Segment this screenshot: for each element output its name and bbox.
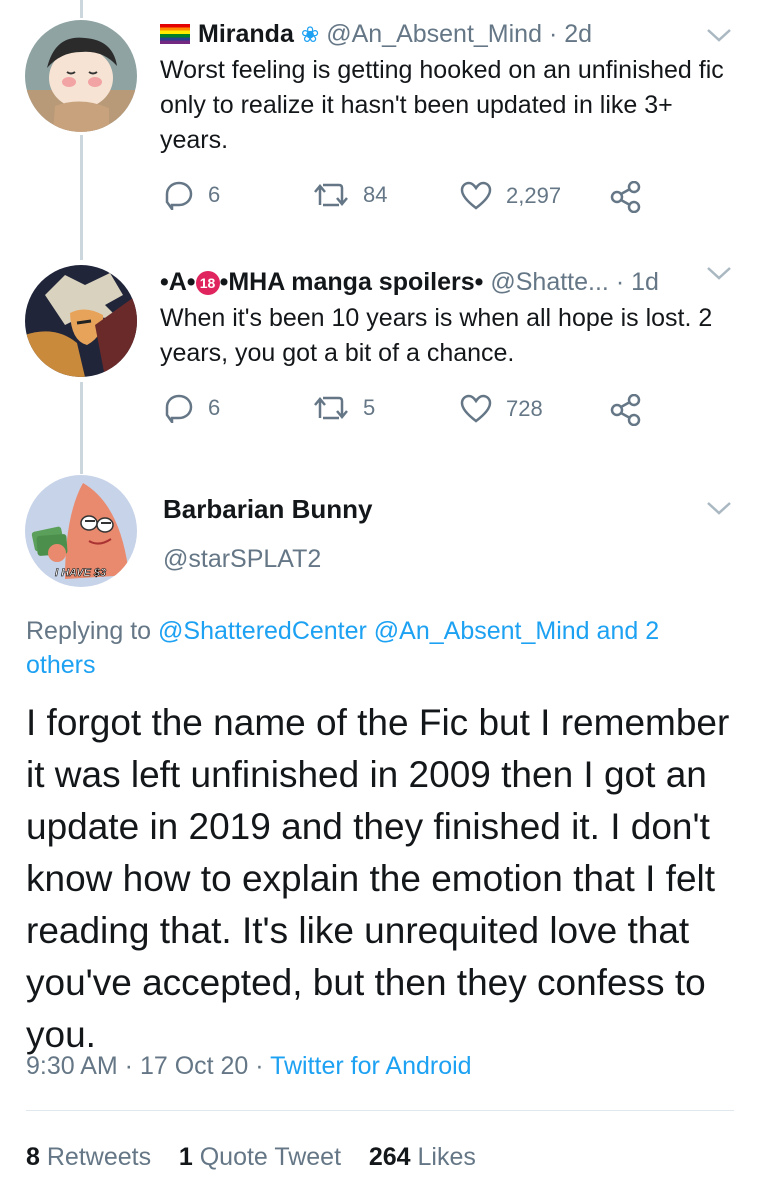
tweet2-name-suffix: •MHA manga spoilers• — [219, 268, 484, 296]
tweet2-header: •A• 18 •MHA manga spoilers• @Shatte... · 1… — [160, 266, 659, 298]
like-count: 2,297 — [506, 183, 562, 208]
reply-count: 6 — [208, 395, 221, 420]
tweet-source-link[interactable]: Twitter for Android — [270, 1052, 471, 1080]
retweets-stat[interactable]: 8 Retweets — [26, 1143, 151, 1171]
tweet2-time: · 1d — [615, 268, 659, 296]
chevron-down-icon[interactable] — [706, 265, 732, 281]
retweet-button[interactable]: 5 — [313, 394, 375, 422]
reply-icon — [165, 181, 193, 210]
retweet-count: 5 — [363, 395, 376, 420]
heart-icon — [460, 181, 492, 210]
no-under-18-icon: 18 — [195, 271, 220, 295]
avatar-barbarian-bunny[interactable]: I HAVE $3 — [25, 475, 137, 587]
retweet-count: 84 — [363, 182, 388, 207]
tweet2-handle[interactable]: @Shatte... — [490, 268, 609, 296]
main-author-name[interactable]: Barbarian Bunny — [163, 494, 373, 525]
retweet-icon — [314, 183, 348, 207]
thread-line-1 — [80, 135, 83, 260]
quote-stat-count: 1 — [178, 1143, 193, 1171]
tweet2-name-prefix: •A• — [160, 268, 196, 296]
thread-line-2 — [80, 382, 83, 474]
avatar-caption: I HAVE $3 — [55, 567, 107, 580]
tweet2-text: When it's been 10 years is when all hope… — [160, 304, 713, 367]
reply-icon — [165, 394, 193, 423]
tweet1-text: Worst feeling is getting hooked on an un… — [160, 56, 724, 154]
quote-stat-label: Quote Tweet — [199, 1143, 342, 1171]
like-button[interactable]: 728 — [460, 394, 543, 424]
tweet1-header: Miranda ❀ @An_Absent_Mind · 2d — [160, 18, 592, 51]
tweet-stats: 8 Retweets 1 Quote Tweet 264 Likes — [26, 1143, 476, 1172]
retweet-stat-label: Retweets — [46, 1143, 152, 1171]
share-icon[interactable] — [609, 394, 641, 426]
quote-tweets-stat[interactable]: 1 Quote Tweet — [179, 1143, 341, 1171]
tweet2-name[interactable]: •A• 18 •MHA manga spoilers• — [160, 268, 483, 296]
tweet-meta: 9:30 AM · 17 Oct 20 · Twitter for Androi… — [26, 1052, 472, 1081]
avatar-miranda[interactable] — [25, 20, 137, 132]
like-count: 728 — [506, 396, 543, 421]
divider — [26, 1110, 734, 1111]
replying-to: Replying to @ShatteredCenter @An_Absent_… — [26, 614, 726, 682]
chevron-down-icon[interactable] — [706, 27, 732, 43]
tweet1-handle[interactable]: @An_Absent_Mind — [326, 20, 542, 48]
tweet-timestamp: 9:30 AM · 17 Oct 20 · — [26, 1052, 271, 1080]
retweet-stat-count: 8 — [26, 1143, 40, 1171]
like-button[interactable]: 2,297 — [460, 181, 561, 211]
reply-button[interactable]: 6 — [164, 393, 220, 423]
tweet1-name[interactable]: Miranda — [198, 20, 294, 48]
likes-stat[interactable]: 264 Likes — [369, 1143, 476, 1171]
retweet-button[interactable]: 84 — [313, 181, 387, 209]
replying-users-link[interactable]: @ShatteredCenter @An_Absent_Mind — [158, 617, 590, 645]
main-author-handle[interactable]: @starSPLAT2 — [163, 545, 321, 574]
heart-icon — [460, 394, 492, 423]
main-tweet-text: I forgot the name of the Fic but I remem… — [26, 702, 730, 1055]
tweet1-time: · 2d — [548, 20, 593, 48]
share-icon[interactable] — [609, 181, 641, 213]
avatar-shattered[interactable] — [25, 265, 137, 377]
rainbow-flag-icon — [160, 24, 190, 44]
retweet-icon — [314, 396, 348, 420]
thread-line-top — [80, 0, 83, 18]
reply-count: 6 — [208, 182, 221, 207]
like-stat-count: 264 — [368, 1143, 411, 1171]
butterfly-icon: ❀ — [300, 22, 320, 47]
reply-button[interactable]: 6 — [164, 180, 220, 210]
chevron-down-icon[interactable] — [706, 500, 732, 516]
replying-prefix: Replying to — [26, 617, 152, 645]
like-stat-label: Likes — [417, 1143, 476, 1171]
